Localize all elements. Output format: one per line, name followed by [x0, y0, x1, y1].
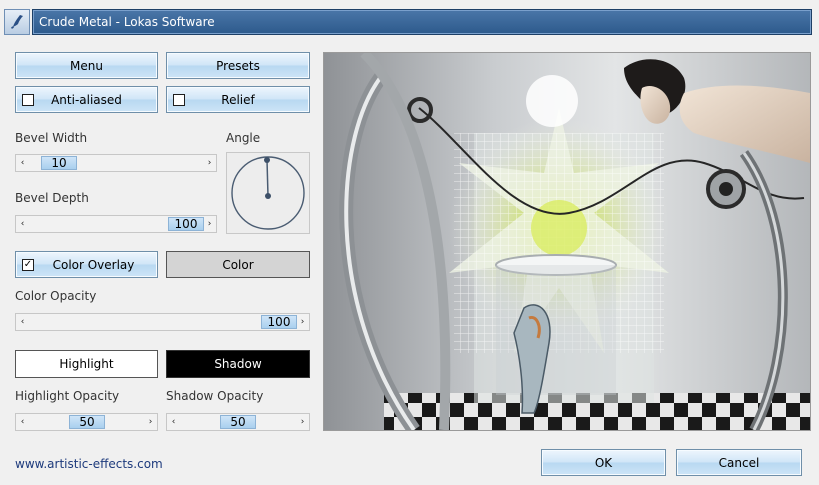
bevel-width-slider[interactable]: ‹ 10 › — [15, 154, 217, 172]
color-overlay-label: Color Overlay — [52, 257, 135, 272]
anti-aliased-toggle[interactable]: Anti-aliased — [15, 86, 158, 113]
highlight-opacity-slider[interactable]: ‹ 50 › — [15, 413, 158, 431]
color-button[interactable]: Color — [166, 251, 310, 278]
window-title: Crude Metal - Lokas Software — [39, 15, 215, 29]
shadow-label: Shadow — [214, 357, 262, 371]
brush-icon — [11, 15, 23, 29]
preview-artwork — [324, 53, 810, 430]
bevel-depth-label: Bevel Depth — [15, 191, 89, 205]
shadow-opacity-slider[interactable]: ‹ 50 › — [166, 413, 310, 431]
bevel-depth-slider[interactable]: ‹ 100 › — [15, 215, 217, 233]
shadow-opacity-decrease[interactable]: ‹ — [167, 414, 180, 430]
bevel-width-increase[interactable]: › — [203, 155, 216, 171]
highlight-opacity-thumb[interactable]: 50 — [69, 415, 105, 429]
cancel-button-label: Cancel — [718, 455, 760, 470]
color-opacity-decrease[interactable]: ‹ — [16, 314, 29, 330]
menu-button[interactable]: Menu — [15, 52, 158, 79]
cancel-button[interactable]: Cancel — [676, 449, 802, 476]
color-opacity-increase[interactable]: › — [296, 314, 309, 330]
color-opacity-thumb[interactable]: 100 — [261, 315, 297, 329]
color-overlay-toggle[interactable]: ✓ Color Overlay — [15, 251, 158, 278]
shadow-opacity-increase[interactable]: › — [296, 414, 309, 430]
bevel-width-thumb[interactable]: 10 — [41, 156, 77, 170]
shadow-opacity-thumb[interactable]: 50 — [220, 415, 256, 429]
shadow-color-button[interactable]: Shadow — [166, 350, 310, 378]
anti-aliased-label: Anti-aliased — [51, 92, 122, 107]
angle-dial-graphic — [231, 156, 305, 230]
highlight-label: Highlight — [59, 357, 114, 371]
app-icon[interactable] — [4, 9, 30, 35]
bevel-width-decrease[interactable]: ‹ — [16, 155, 29, 171]
window-title-bar: Crude Metal - Lokas Software — [32, 9, 812, 35]
ok-button[interactable]: OK — [541, 449, 666, 476]
relief-checkbox[interactable] — [173, 93, 185, 106]
relief-label: Relief — [221, 92, 255, 107]
highlight-opacity-increase[interactable]: › — [144, 414, 157, 430]
presets-button-label: Presets — [216, 58, 260, 73]
highlight-color-button[interactable]: Highlight — [15, 350, 158, 378]
color-button-label: Color — [222, 257, 254, 272]
highlight-opacity-decrease[interactable]: ‹ — [16, 414, 29, 430]
bevel-depth-increase[interactable]: › — [203, 216, 216, 232]
effect-preview-image — [323, 52, 811, 431]
anti-aliased-checkbox[interactable] — [22, 93, 34, 106]
presets-button[interactable]: Presets — [166, 52, 310, 79]
shadow-opacity-label: Shadow Opacity — [166, 389, 264, 403]
ok-button-label: OK — [594, 455, 613, 470]
relief-toggle[interactable]: Relief — [166, 86, 310, 113]
bevel-width-label: Bevel Width — [15, 131, 88, 145]
color-opacity-label: Color Opacity — [15, 289, 97, 303]
bevel-depth-decrease[interactable]: ‹ — [16, 216, 29, 232]
highlight-opacity-label: Highlight Opacity — [15, 389, 120, 403]
menu-button-label: Menu — [70, 58, 103, 73]
angle-label: Angle — [226, 131, 261, 145]
angle-dial[interactable] — [226, 152, 310, 234]
bevel-depth-thumb[interactable]: 100 — [168, 217, 204, 231]
website-link[interactable]: www.artistic-effects.com — [15, 457, 163, 471]
color-opacity-slider[interactable]: ‹ 100 › — [15, 313, 310, 331]
color-overlay-checkbox[interactable]: ✓ — [22, 258, 34, 271]
